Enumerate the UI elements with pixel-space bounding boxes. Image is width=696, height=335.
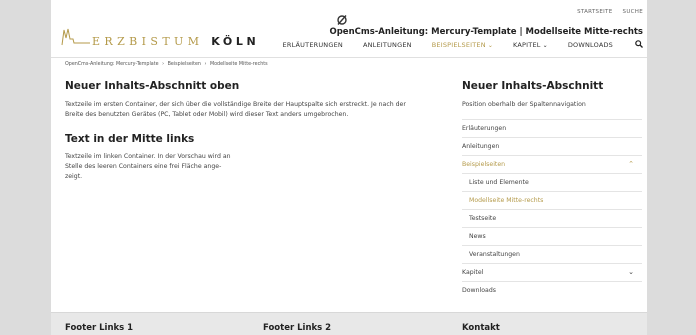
sidebar-item-label: Kapitel <box>462 269 484 276</box>
nav-item-beispielseiten[interactable]: BEISPIELSEITEN ⌄ <box>432 41 493 49</box>
nav-item-label: ANLEITUNGEN <box>362 41 412 49</box>
site-title: OpenCms-Anleitung: Mercury-Template | Mo… <box>329 27 644 37</box>
breadcrumb-item[interactable]: Beispielseiten <box>168 62 201 67</box>
sidebar-item-label: Modellseite Mitte-rechts <box>469 197 544 204</box>
meta-nav: STARTSEITE SUCHE <box>569 9 643 15</box>
footer-heading-kontakt: Kontakt <box>462 323 500 333</box>
breadcrumb-separator: › <box>204 62 207 67</box>
section-text-left: Textzeile im linken Container. In der Vo… <box>65 152 265 182</box>
nav-item-kapitel[interactable]: KAPITEL ⌄ <box>513 41 548 49</box>
sidebar-item-beispielseiten[interactable]: Beispielseiten ⌃ <box>462 155 642 173</box>
logo-text-erzbistum: ERZBISTUM <box>92 35 204 48</box>
sidebar-item-anleitungen[interactable]: Anleitungen <box>462 137 642 155</box>
nav-item-downloads[interactable]: DOWNLOADS <box>568 41 613 49</box>
breadcrumb-item-current[interactable]: Modellseite Mitte-rechts <box>210 62 268 67</box>
page: STARTSEITE SUCHE ERZBISTUM KÖLN OpenCms-… <box>51 0 647 335</box>
cathedral-skyline-icon <box>61 26 91 50</box>
search-icon[interactable] <box>635 40 643 50</box>
sidebar-text: Position oberhalb der Spaltennavigation <box>462 101 586 108</box>
section-heading-left: Text in der Mitte links <box>65 133 195 145</box>
sidebar-item-label: Erläuterungen <box>462 125 507 132</box>
header-divider <box>51 57 647 58</box>
sidebar-heading: Neuer Inhalts-Abschnitt <box>462 80 604 92</box>
text-line: zeigt. <box>65 173 83 180</box>
section-heading-top: Neuer Inhalts-Abschnitt oben <box>65 80 240 92</box>
main-column: Neuer Inhalts-Abschnitt oben Textzeile i… <box>65 80 450 182</box>
sidebar-item-label: Beispielseiten <box>462 161 506 168</box>
sidebar-nav: Erläuterungen Anleitungen Beispielseiten… <box>462 119 642 299</box>
sidebar-subitem-news[interactable]: News <box>462 227 642 245</box>
nav-item-label: DOWNLOADS <box>567 41 613 49</box>
chevron-down-icon: ⌄ <box>487 42 494 49</box>
sidebar-subitem-veranstaltungen[interactable]: Veranstaltungen <box>462 245 642 263</box>
nav-item-label: BEISPIELSEITEN <box>431 41 486 49</box>
meta-nav-home-link[interactable]: STARTSEITE <box>577 9 612 15</box>
nav-item-erlaeuterungen[interactable]: ERLÄUTERUNGEN <box>283 41 343 49</box>
section-text-top: Textzeile im ersten Container, der sich … <box>65 100 450 120</box>
site-footer: Footer Links 1 Footer Links 2 Kontakt <box>51 312 647 335</box>
sidebar-subitem-liste-und-elemente[interactable]: Liste und Elemente <box>462 173 642 191</box>
breadcrumb-item[interactable]: OpenCms-Anleitung: Mercury-Template <box>65 62 159 67</box>
sidebar-item-label: Veranstaltungen <box>469 251 520 258</box>
sidebar-item-label: Anleitungen <box>462 143 500 150</box>
footer-heading-links-1: Footer Links 1 <box>65 323 134 333</box>
sidebar-subitem-modellseite-mitte-rechts[interactable]: Modellseite Mitte-rechts <box>462 191 642 209</box>
nav-item-label: KAPITEL <box>513 41 541 49</box>
sidebar-item-erlaeuterungen[interactable]: Erläuterungen <box>462 119 642 137</box>
sidebar-item-kapitel[interactable]: Kapitel ⌄ <box>462 263 642 281</box>
nav-item-label: ERLÄUTERUNGEN <box>282 41 343 49</box>
chevron-down-icon: ⌄ <box>542 42 548 49</box>
sidebar-item-label: News <box>469 233 486 240</box>
chevron-down-icon[interactable]: ⌄ <box>628 264 634 281</box>
main-nav: ERLÄUTERUNGEN ANLEITUNGEN BEISPIELSEITEN… <box>263 40 643 50</box>
sidebar-item-label: Downloads <box>462 287 496 294</box>
breadcrumb-separator: › <box>162 62 165 67</box>
site-header: STARTSEITE SUCHE ERZBISTUM KÖLN OpenCms-… <box>51 0 647 58</box>
nav-item-anleitungen[interactable]: ANLEITUNGEN <box>363 41 412 49</box>
logo-text: ERZBISTUM KÖLN <box>92 35 259 48</box>
breadcrumb: OpenCms-Anleitung: Mercury-Template › Be… <box>65 62 268 67</box>
sidebar-item-label: Liste und Elemente <box>469 179 529 186</box>
sidebar-item-downloads[interactable]: Downloads <box>462 281 642 299</box>
text-line: Breite des benutzten Gerätes (PC, Tablet… <box>65 111 349 118</box>
text-line: Textzeile im linken Container. In der Vo… <box>65 153 231 160</box>
logo-text-koeln: KÖLN <box>211 35 260 48</box>
chevron-up-icon[interactable]: ⌃ <box>628 156 634 173</box>
sidebar-item-label: Testseite <box>469 215 497 222</box>
sidebar: Neuer Inhalts-Abschnitt Position oberhal… <box>462 80 642 299</box>
text-line: Stelle des leeren Containers eine frei F… <box>65 163 222 170</box>
text-line: Textzeile im ersten Container, der sich … <box>65 101 406 108</box>
meta-nav-search-link[interactable]: SUCHE <box>623 9 643 15</box>
footer-heading-links-2: Footer Links 2 <box>263 323 332 333</box>
sidebar-subitem-testseite[interactable]: Testseite <box>462 209 642 227</box>
